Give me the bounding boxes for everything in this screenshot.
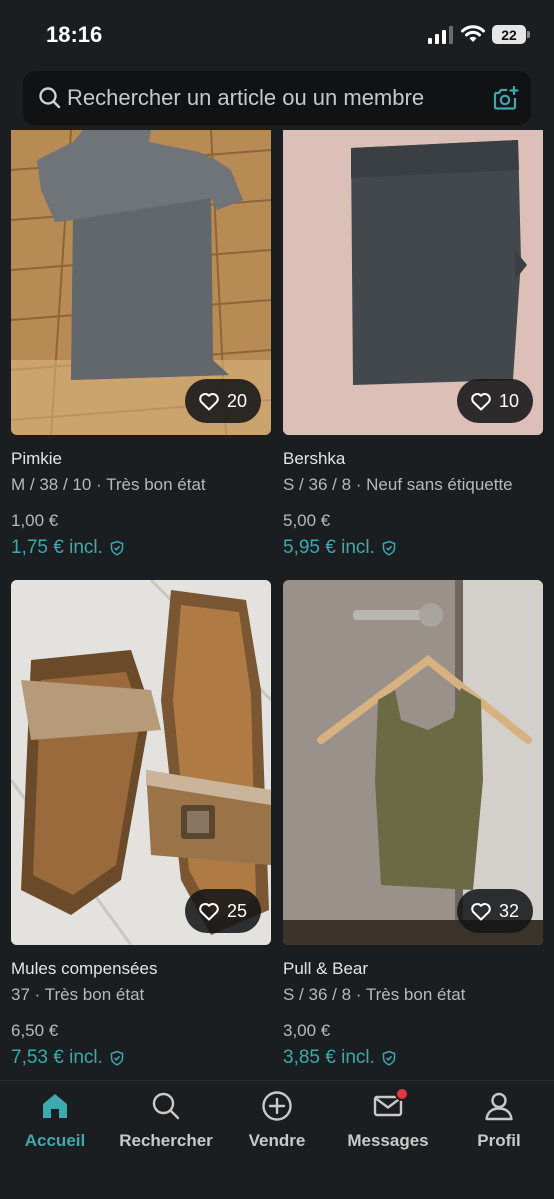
tab-search[interactable]: Rechercher (111, 1089, 221, 1151)
tab-messages[interactable]: Messages (333, 1087, 443, 1151)
item-brand: Mules compensées (11, 959, 158, 978)
favorite-button[interactable]: 32 (456, 889, 533, 933)
item-details: S / 36 / 8 · Neuf sans étiquette (283, 475, 513, 494)
favorite-count: 25 (226, 900, 247, 921)
item-price-incl-text: 1,75 € incl. (11, 537, 103, 558)
tab-sell[interactable]: Vendre (222, 1089, 332, 1151)
item-brand: Pimkie (11, 449, 63, 468)
item-details: 37 · Très bon état (11, 985, 145, 1004)
status-time: 18:16 (46, 22, 103, 47)
tab-home[interactable]: Accueil (0, 1089, 110, 1151)
item-price-incl-text: 3,85 € incl. (283, 1047, 375, 1068)
favorite-count: 20 (226, 390, 247, 411)
cellular-signal-icon (428, 26, 453, 44)
item-grid: 20 Pimkie M / 38 / 10 · Très bon état 1,… (0, 130, 554, 1080)
search-icon (39, 87, 61, 109)
tab-label: Messages (347, 1131, 429, 1150)
tab-label: Profil (477, 1131, 521, 1150)
shield-check-icon (110, 1050, 124, 1066)
heart-icon (199, 903, 219, 921)
favorite-count: 10 (498, 390, 519, 411)
item-price-incl: 5,95 € incl. (283, 537, 543, 559)
unread-badge (395, 1087, 409, 1101)
item-brand: Pull & Bear (283, 959, 369, 978)
tab-label: Vendre (248, 1131, 306, 1150)
shield-check-icon (110, 540, 124, 556)
tab-label: Accueil (24, 1131, 86, 1150)
item-price-incl-text: 7,53 € incl. (11, 1047, 103, 1068)
profile-icon (485, 1092, 513, 1121)
item-details: S / 36 / 8 · Très bon état (283, 985, 466, 1004)
favorite-button[interactable]: 20 (184, 379, 261, 423)
heart-icon (471, 903, 491, 921)
item-price-incl: 3,85 € incl. (283, 1047, 543, 1069)
item-price: 1,00 € (11, 511, 59, 530)
tab-profile[interactable]: Profil (444, 1089, 554, 1151)
bottom-tab-bar: Accueil Rechercher Vendre Messages Profi… (0, 1080, 554, 1199)
item-price: 6,50 € (11, 1021, 59, 1040)
item-details: M / 38 / 10 · Très bon état (11, 475, 206, 494)
item-price-incl-text: 5,95 € incl. (283, 537, 375, 558)
status-bar: 18:16 22 (0, 0, 554, 66)
item-photo-wedge-mules[interactable]: 25 (11, 580, 271, 945)
battery-indicator: 22 (492, 25, 530, 44)
camera-search-icon[interactable] (491, 84, 519, 112)
item-price-incl: 7,53 € incl. (11, 1047, 271, 1069)
item-price: 5,00 € (283, 511, 331, 530)
home-icon (43, 1094, 67, 1118)
item-price-incl: 1,75 € incl. (11, 537, 271, 559)
search-bar[interactable] (23, 71, 531, 125)
item-photo-gray-skirt[interactable]: 10 (283, 130, 543, 435)
item-photo-khaki-tank-top[interactable]: 32 (283, 580, 543, 945)
heart-icon (199, 393, 219, 411)
item-card[interactable]: 25 Mules compensées 37 · Très bon état 6… (11, 580, 271, 1069)
item-card[interactable]: 32 Pull & Bear S / 36 / 8 · Très bon éta… (283, 580, 543, 1069)
tab-label: Rechercher (119, 1131, 213, 1150)
favorite-button[interactable]: 10 (456, 379, 533, 423)
search-input[interactable] (67, 85, 491, 111)
search-icon (152, 1092, 180, 1120)
favorite-button[interactable]: 25 (184, 889, 261, 933)
item-price: 3,00 € (283, 1021, 331, 1040)
shield-check-icon (382, 540, 396, 556)
item-photo-gray-tshirt[interactable]: 20 (11, 130, 271, 435)
plus-circle-icon (262, 1091, 292, 1121)
shield-check-icon (382, 1050, 396, 1066)
wifi-icon (461, 25, 485, 42)
heart-icon (471, 393, 491, 411)
item-card[interactable]: 10 Bershka S / 36 / 8 · Neuf sans étique… (283, 130, 543, 559)
favorite-count: 32 (498, 900, 519, 921)
item-brand: Bershka (283, 449, 346, 468)
item-card[interactable]: 20 Pimkie M / 38 / 10 · Très bon état 1,… (11, 130, 271, 559)
